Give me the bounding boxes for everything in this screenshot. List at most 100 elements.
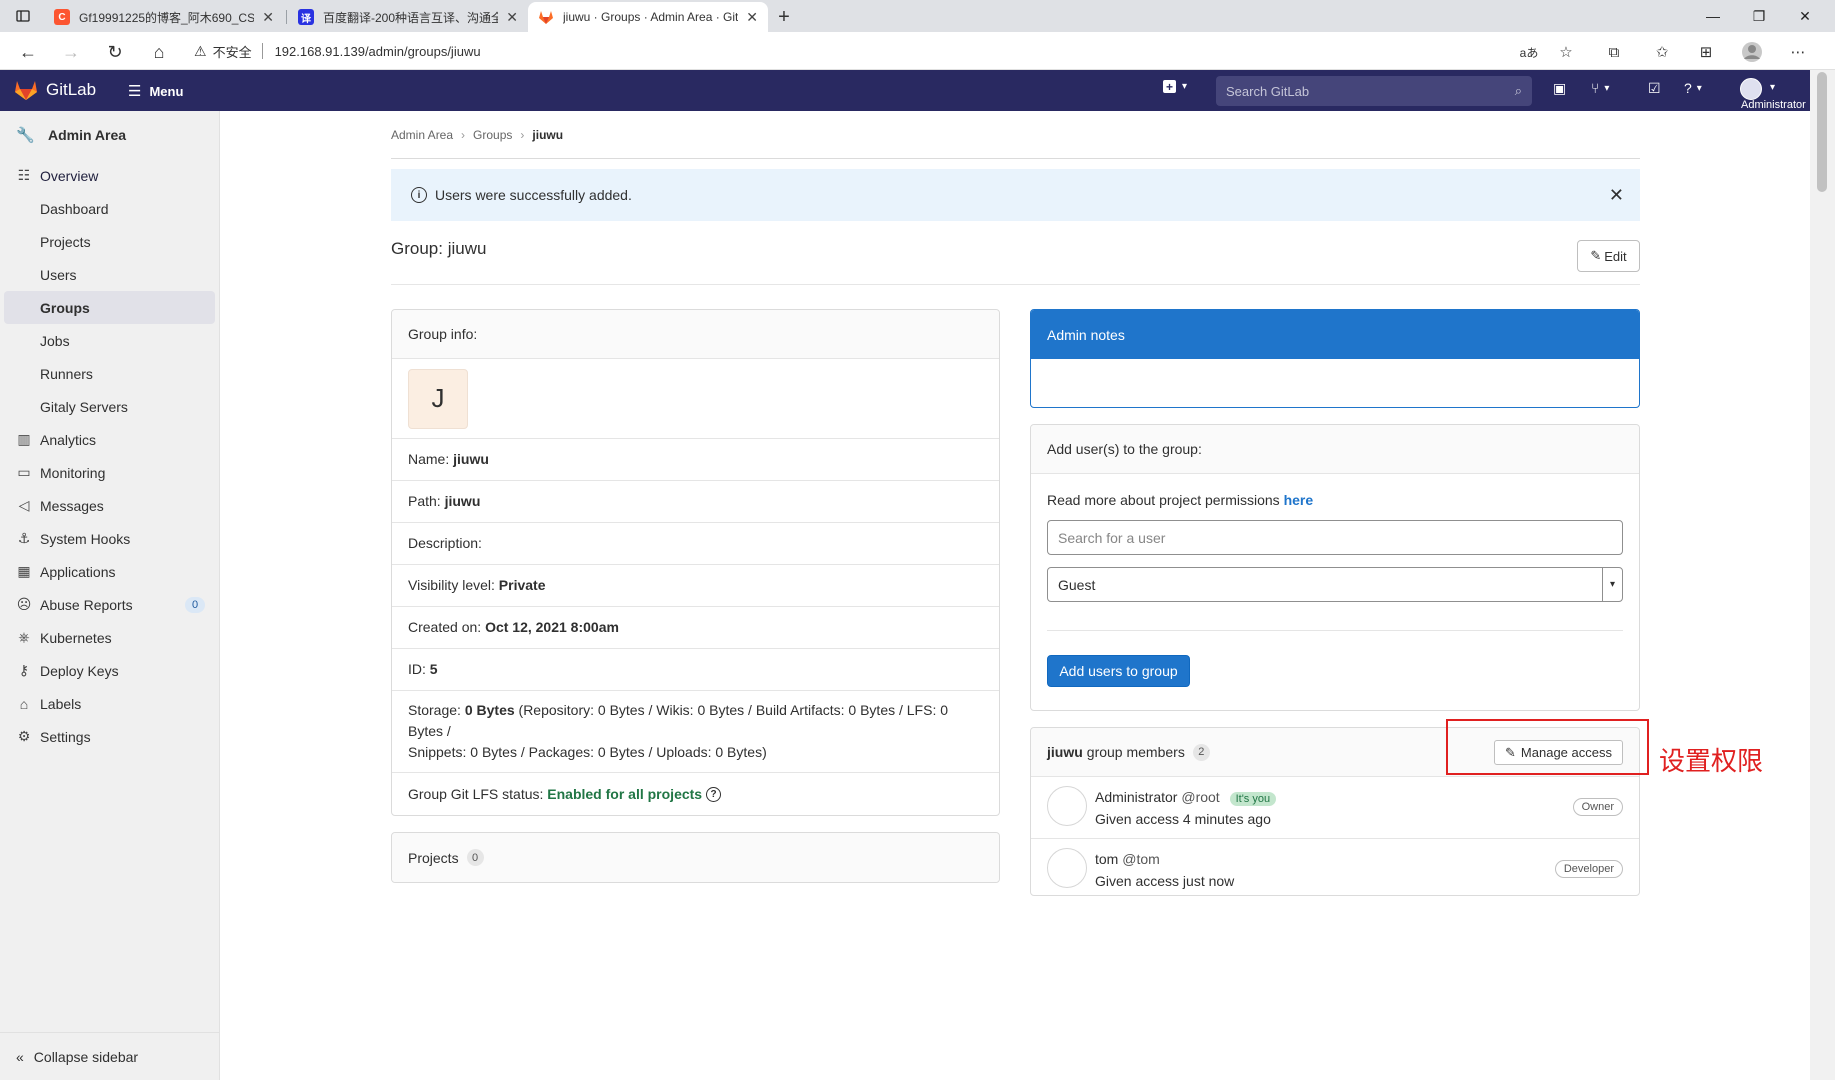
sidebar-item-runners[interactable]: Runners bbox=[0, 357, 219, 390]
projects-count-badge: 0 bbox=[466, 849, 484, 866]
browser-tab-2[interactable]: 译 百度翻译-200种语言互译、沟通全 ✕ bbox=[288, 2, 528, 32]
gitlab-logo[interactable]: GitLab bbox=[14, 79, 96, 101]
collections-icon[interactable]: ⊞ bbox=[1694, 40, 1718, 64]
key-icon: ⚷ bbox=[18, 662, 30, 678]
favorite-star-icon[interactable]: ☆ bbox=[1554, 40, 1578, 64]
member-role-badge: Developer bbox=[1554, 860, 1623, 878]
global-search-input[interactable]: Search GitLab ⌕ bbox=[1216, 76, 1532, 106]
more-options-icon[interactable]: ⋯ bbox=[1786, 40, 1810, 64]
user-menu[interactable] bbox=[1740, 78, 1762, 100]
access-level-select[interactable]: Guest ▾ bbox=[1047, 567, 1623, 602]
member-name-link[interactable]: tom bbox=[1095, 851, 1118, 867]
visibility-value: Private bbox=[498, 577, 546, 593]
sidebar-item-groups[interactable]: Groups bbox=[4, 291, 215, 324]
members-group-name: jiuwu bbox=[1047, 744, 1083, 760]
sidebar-item-abuse-reports[interactable]: ☹ Abuse Reports 0 bbox=[0, 588, 219, 621]
add-users-to-group-button[interactable]: Add users to group bbox=[1047, 655, 1190, 687]
user-menu-chevron-icon[interactable]: ▾ bbox=[1770, 82, 1775, 93]
issues-icon[interactable]: ▣ bbox=[1553, 80, 1566, 97]
browser-tab-1[interactable]: C Gf19991225的博客_阿木690_CSD ✕ bbox=[44, 2, 284, 32]
sidebar-item-label: System Hooks bbox=[40, 530, 131, 547]
tab-actions-icon[interactable] bbox=[0, 0, 46, 32]
dismiss-alert-icon[interactable]: ✕ bbox=[1609, 185, 1624, 206]
left-column: Group info: J Name: jiuwu Path: jiuwu De… bbox=[391, 309, 1000, 883]
sidebar-item-deploy-keys[interactable]: ⚷ Deploy Keys bbox=[0, 654, 219, 687]
create-new-icon[interactable]: + ▾ bbox=[1163, 80, 1187, 94]
admin-notes-header: Admin notes bbox=[1031, 310, 1639, 359]
sidebar-item-jobs[interactable]: Jobs bbox=[0, 324, 219, 357]
sidebar-item-monitoring[interactable]: ▭ Monitoring bbox=[0, 456, 219, 489]
reload-icon[interactable]: ↻ bbox=[102, 39, 128, 65]
url-bar[interactable]: ⚠ 不安全 192.168.91.139/admin/groups/jiuwu bbox=[194, 36, 1584, 66]
extensions-icon[interactable]: ⧉ bbox=[1602, 40, 1626, 64]
sidebar-item-labels[interactable]: ⌂ Labels bbox=[0, 687, 219, 720]
group-info-header: Group info: bbox=[392, 310, 999, 359]
home-icon[interactable]: ⌂ bbox=[146, 39, 172, 65]
new-tab-icon[interactable]: + bbox=[772, 2, 796, 32]
members-header-label: group members bbox=[1086, 744, 1185, 760]
name-label: Name: bbox=[408, 451, 450, 467]
sidebar-item-applications[interactable]: ▦ Applications bbox=[0, 555, 219, 588]
window-close-icon[interactable]: ✕ bbox=[1782, 0, 1828, 32]
sidebar-item-users[interactable]: Users bbox=[0, 258, 219, 291]
user-search-input[interactable]: Search for a user bbox=[1047, 520, 1623, 555]
breadcrumb-admin-area[interactable]: Admin Area bbox=[391, 128, 453, 142]
visibility-label: Visibility level: bbox=[408, 577, 495, 593]
favorites-icon[interactable]: ✩ bbox=[1650, 40, 1674, 64]
analytics-icon: ▥ bbox=[17, 431, 31, 447]
admin-notes-card: Admin notes bbox=[1030, 309, 1640, 408]
sidebar-item-kubernetes[interactable]: ⎈ Kubernetes bbox=[0, 621, 219, 654]
close-tab-icon[interactable]: ✕ bbox=[262, 9, 274, 26]
url-text: 192.168.91.139/admin/groups/jiuwu bbox=[274, 43, 481, 59]
collapse-sidebar-button[interactable]: « Collapse sidebar bbox=[0, 1032, 220, 1080]
sidebar-header[interactable]: 🔧 Admin Area bbox=[0, 111, 219, 159]
its-you-badge: It's you bbox=[1229, 792, 1277, 806]
sidebar-item-projects[interactable]: Projects bbox=[0, 225, 219, 258]
member-access-time: Given access 4 minutes ago bbox=[1095, 811, 1271, 827]
member-name: Administrator @root It's you bbox=[1095, 789, 1277, 806]
sidebar-item-settings[interactable]: ⚙ Settings bbox=[0, 720, 219, 753]
sidebar-item-analytics[interactable]: ▥ Analytics bbox=[0, 423, 219, 456]
created-value: Oct 12, 2021 8:00am bbox=[485, 619, 619, 635]
menu-button[interactable]: ☰ Menu bbox=[128, 82, 183, 100]
profile-icon[interactable] bbox=[1740, 40, 1764, 64]
read-aloud-icon[interactable]: aあ bbox=[1517, 40, 1541, 64]
gitlab-tanuki-icon bbox=[15, 81, 37, 100]
minimize-icon[interactable]: — bbox=[1690, 0, 1736, 32]
tab-title: Gf19991225的博客_阿木690_CSD bbox=[79, 10, 255, 25]
sidebar-item-label: Applications bbox=[40, 563, 116, 580]
restore-icon[interactable]: ❐ bbox=[1736, 0, 1782, 32]
forward-icon[interactable]: → bbox=[58, 39, 84, 65]
question-icon[interactable]: ? bbox=[706, 786, 722, 802]
group-visibility-row: Visibility level: Private bbox=[392, 565, 999, 607]
member-row: Administrator @root It's you Given acces… bbox=[1031, 777, 1639, 839]
hamburger-icon: ☰ bbox=[128, 83, 142, 100]
group-avatar: J bbox=[408, 368, 468, 429]
sidebar-item-gitaly-servers[interactable]: Gitaly Servers bbox=[0, 390, 219, 423]
permissions-text: Read more about project permissions here bbox=[1047, 492, 1623, 508]
close-tab-icon[interactable]: ✕ bbox=[746, 9, 758, 26]
breadcrumb-current[interactable]: jiuwu bbox=[532, 128, 563, 142]
merge-requests-icon[interactable]: ⑂ ▾ bbox=[1591, 80, 1609, 96]
storage-value: 0 Bytes bbox=[464, 702, 515, 718]
member-avatar[interactable] bbox=[1047, 848, 1087, 888]
sidebar-item-dashboard[interactable]: Dashboard bbox=[0, 192, 219, 225]
page-scrollbar[interactable] bbox=[1810, 70, 1835, 1080]
member-name-link[interactable]: Administrator bbox=[1095, 789, 1177, 805]
members-count-badge: 2 bbox=[1192, 743, 1210, 761]
browser-tab-active[interactable]: jiuwu · Groups · Admin Area · Git ✕ bbox=[528, 2, 768, 32]
description-label: Description: bbox=[408, 535, 482, 551]
sidebar-item-overview[interactable]: ☷ Overview bbox=[0, 159, 219, 192]
back-icon[interactable]: ← bbox=[15, 39, 41, 65]
member-avatar[interactable] bbox=[1047, 786, 1087, 826]
sidebar-item-system-hooks[interactable]: ⚓ System Hooks bbox=[0, 522, 219, 555]
close-tab-icon[interactable]: ✕ bbox=[506, 9, 518, 26]
sidebar-item-messages[interactable]: ◁ Messages bbox=[0, 489, 219, 522]
help-icon[interactable]: ? ▾ bbox=[1684, 80, 1702, 96]
permissions-here-link[interactable]: here bbox=[1284, 492, 1314, 508]
todos-icon[interactable]: ☑ bbox=[1648, 80, 1661, 97]
breadcrumb-groups[interactable]: Groups bbox=[473, 128, 512, 142]
sidebar-item-label: Deploy Keys bbox=[40, 662, 119, 679]
csdn-favicon-icon: C bbox=[54, 9, 70, 25]
edit-button[interactable]: ✎ Edit bbox=[1577, 240, 1640, 272]
